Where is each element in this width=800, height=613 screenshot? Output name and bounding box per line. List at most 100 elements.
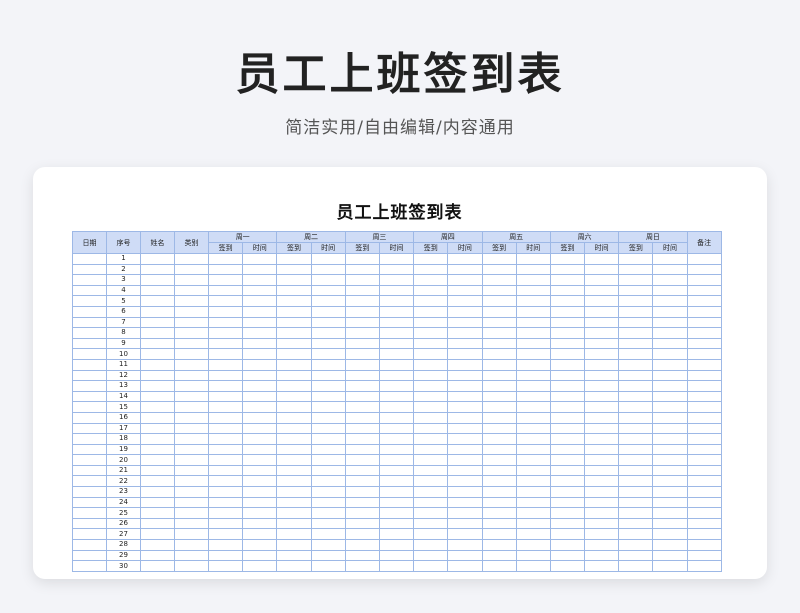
table-cell[interactable] [344,316,380,329]
table-cell[interactable] [618,390,654,403]
table-cell[interactable] [481,507,517,519]
table-cell[interactable] [378,327,415,339]
table-cell[interactable] [242,507,278,519]
table-cell[interactable] [140,348,175,360]
table-cell[interactable] [549,486,586,498]
table-cell[interactable] [378,454,415,466]
table-cell[interactable] [584,253,620,265]
table-cell[interactable] [310,274,346,286]
table-cell[interactable] [174,475,209,488]
table-cell[interactable] [276,528,312,541]
table-cell[interactable] [310,348,346,360]
table-cell[interactable] [344,295,380,307]
table-cell[interactable] [413,539,449,551]
table-cell[interactable] [140,464,175,477]
table-cell[interactable] [207,390,244,403]
table-cell[interactable] [584,390,620,403]
row-number[interactable]: 5 [106,295,141,307]
table-cell[interactable] [72,295,107,307]
table-cell[interactable] [549,401,586,413]
table-cell[interactable] [686,496,722,509]
table-cell[interactable] [174,274,209,286]
table-cell[interactable] [140,560,175,572]
table-cell[interactable] [584,549,620,562]
table-cell[interactable] [652,433,688,445]
table-cell[interactable] [549,253,586,265]
table-cell[interactable] [413,316,449,329]
table-cell[interactable] [652,517,688,530]
table-cell[interactable] [276,549,312,562]
table-cell[interactable] [378,496,415,509]
table-cell[interactable] [174,443,209,456]
table-cell[interactable] [652,295,688,307]
row-number[interactable]: 10 [106,348,141,360]
table-cell[interactable] [515,337,551,350]
table-cell[interactable] [378,253,415,265]
table-cell[interactable] [72,337,107,350]
table-cell[interactable] [413,295,449,307]
table-cell[interactable] [481,305,517,318]
table-cell[interactable] [174,337,209,350]
table-cell[interactable] [584,284,620,297]
table-cell[interactable] [310,253,346,265]
table-cell[interactable] [413,549,449,562]
table-cell[interactable] [584,263,620,276]
table-cell[interactable] [276,464,312,477]
table-cell[interactable] [549,549,586,562]
row-number[interactable]: 17 [106,422,141,435]
table-cell[interactable] [686,464,722,477]
table-cell[interactable] [174,422,209,435]
table-cell[interactable] [584,305,620,318]
table-cell[interactable] [618,507,654,519]
table-cell[interactable] [207,380,244,392]
table-cell[interactable] [344,443,380,456]
table-cell[interactable] [242,411,278,424]
table-cell[interactable] [242,380,278,392]
table-cell[interactable] [652,380,688,392]
table-cell[interactable] [652,316,688,329]
table-cell[interactable] [686,284,722,297]
table-cell[interactable] [413,284,449,297]
table-cell[interactable] [72,401,107,413]
table-cell[interactable] [276,422,312,435]
table-cell[interactable] [344,507,380,519]
table-cell[interactable] [174,401,209,413]
table-cell[interactable] [652,454,688,466]
table-cell[interactable] [276,507,312,519]
table-cell[interactable] [378,486,415,498]
table-cell[interactable] [481,443,517,456]
table-cell[interactable] [447,464,483,477]
table-cell[interactable] [686,433,722,445]
table-cell[interactable] [72,369,107,382]
table-cell[interactable] [140,539,175,551]
table-cell[interactable] [174,369,209,382]
table-cell[interactable] [378,369,415,382]
table-cell[interactable] [549,560,586,572]
row-number[interactable]: 18 [106,433,141,445]
table-cell[interactable] [686,327,722,339]
table-cell[interactable] [72,496,107,509]
table-cell[interactable] [242,369,278,382]
table-cell[interactable] [72,507,107,519]
table-cell[interactable] [481,454,517,466]
table-cell[interactable] [344,253,380,265]
row-number[interactable]: 19 [106,443,141,456]
table-cell[interactable] [207,284,244,297]
table-cell[interactable] [515,454,551,466]
table-cell[interactable] [310,549,346,562]
table-cell[interactable] [140,305,175,318]
table-cell[interactable] [344,486,380,498]
table-cell[interactable] [515,369,551,382]
table-cell[interactable] [378,411,415,424]
table-cell[interactable] [310,454,346,466]
table-cell[interactable] [584,517,620,530]
table-cell[interactable] [515,316,551,329]
table-cell[interactable] [618,486,654,498]
table-cell[interactable] [72,358,107,371]
table-cell[interactable] [276,327,312,339]
table-cell[interactable] [618,327,654,339]
table-cell[interactable] [481,411,517,424]
table-cell[interactable] [447,348,483,360]
table-cell[interactable] [140,422,175,435]
table-cell[interactable] [686,390,722,403]
